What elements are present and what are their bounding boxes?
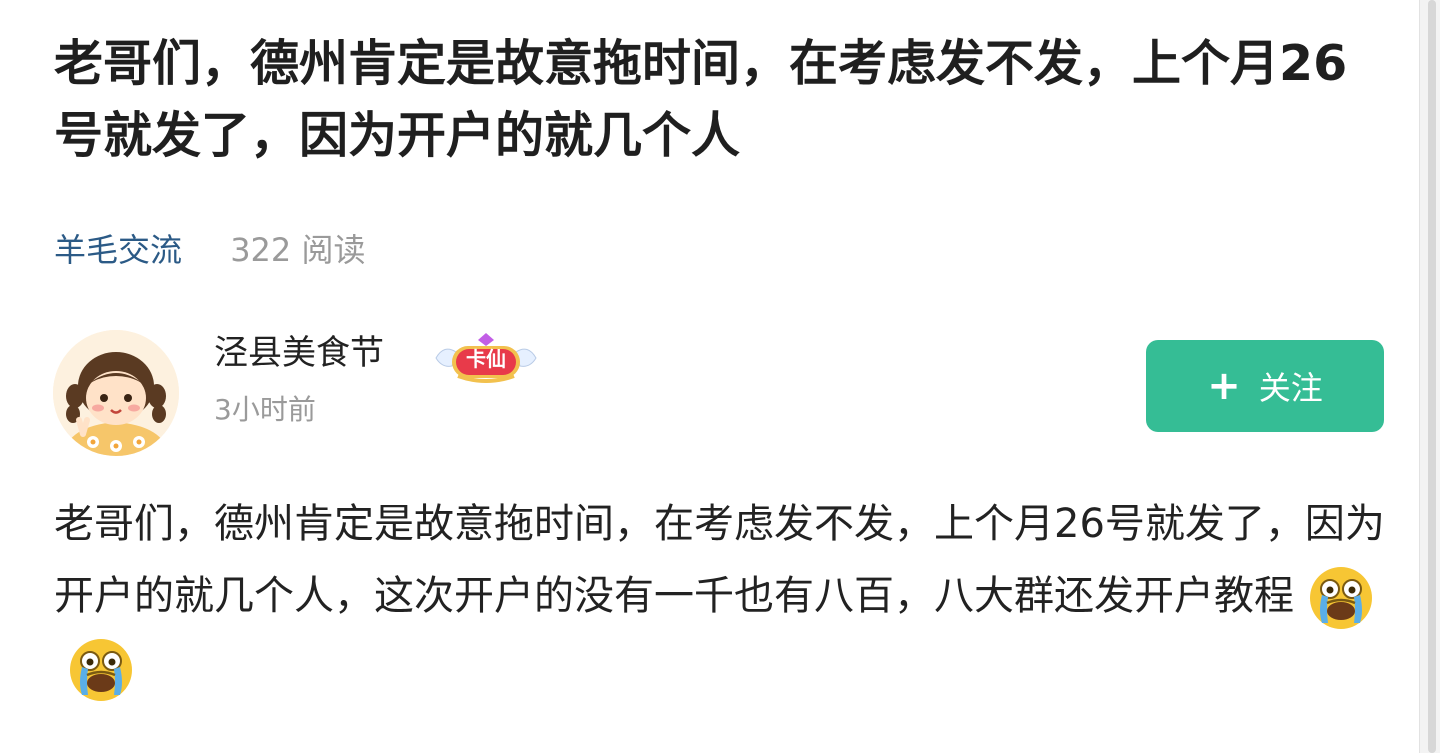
plus-icon: + [1207, 363, 1241, 409]
crying-face-icon [1308, 565, 1374, 631]
post-title: 老哥们，德州肯定是故意拖时间，在考虑发不发，上个月26号就发了，因为开户的就几个… [54, 35, 1348, 164]
crying-face-icon [68, 637, 134, 703]
badge-label: 卡仙 [466, 347, 506, 371]
girl-avatar-icon [53, 330, 179, 456]
scrollbar-thumb[interactable] [1428, 0, 1436, 753]
badge-icon: 卡仙 [430, 330, 542, 388]
author-avatar[interactable] [53, 330, 179, 456]
follow-label: 关注 [1258, 369, 1323, 407]
category-link[interactable]: 羊毛交流 [54, 231, 182, 269]
follow-button[interactable]: + 关注 [1146, 340, 1384, 432]
author-name[interactable]: 泾县美食节 [214, 330, 384, 376]
post-body-text: 老哥们，德州肯定是故意拖时间，在考虑发不发，上个月26号就发了，因为开户的就几个… [54, 501, 1385, 619]
scrollbar[interactable] [1419, 0, 1440, 753]
post-body: 老哥们，德州肯定是故意拖时间，在考虑发不发，上个月26号就发了，因为开户的就几个… [54, 488, 1386, 704]
read-count: 322 阅读 [230, 231, 366, 269]
post-meta: 羊毛交流 322 阅读 [54, 226, 365, 274]
post-time: 3小时前 [214, 393, 316, 426]
